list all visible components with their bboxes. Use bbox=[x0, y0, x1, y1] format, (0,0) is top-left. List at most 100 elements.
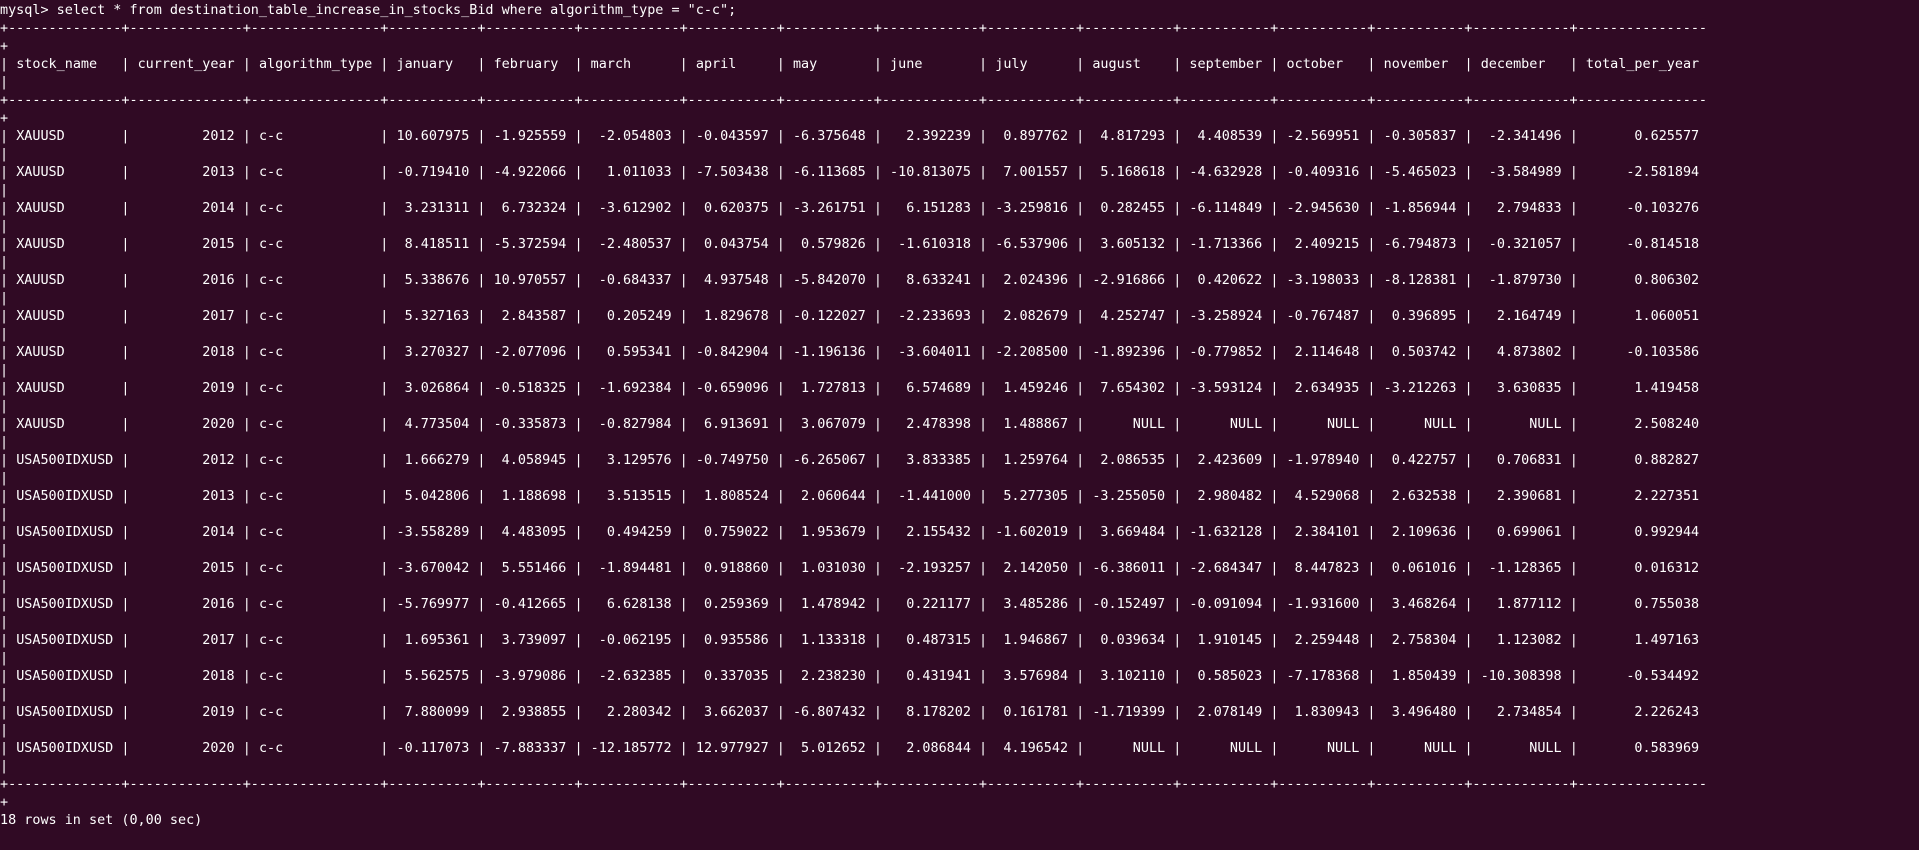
table-cell-september: 2.078149 bbox=[1189, 705, 1263, 720]
table-cell-total-per-year: 2.226243 bbox=[1585, 705, 1700, 720]
table-cell-february: -4.922066 bbox=[493, 165, 567, 180]
table-cell-february: -0.412665 bbox=[493, 597, 567, 612]
table-cell-total-per-year: 1.497163 bbox=[1585, 633, 1700, 648]
table-cell-august: 4.252747 bbox=[1092, 309, 1166, 324]
table-cell-june: 6.151283 bbox=[890, 201, 971, 216]
table-row-wrap: | bbox=[0, 543, 9, 558]
table-row-wrap: | bbox=[0, 651, 9, 666]
table-row-wrap: | bbox=[0, 147, 9, 162]
mysql-prompt: mysql> bbox=[0, 3, 57, 18]
table-row: | USA500IDXUSD | 2014 | c-c | -3.558289 … bbox=[0, 525, 1700, 540]
table-cell-stock-name: USA500IDXUSD bbox=[16, 453, 114, 468]
table-cell-april: 0.259369 bbox=[695, 597, 769, 612]
table-row: | USA500IDXUSD | 2018 | c-c | 5.562575 |… bbox=[0, 669, 1700, 684]
table-cell-november: -3.212263 bbox=[1383, 381, 1457, 396]
table-cell-march: -2.054803 bbox=[590, 129, 672, 144]
table-cell-current-year: 2016 bbox=[137, 597, 235, 612]
table-cell-november: 0.061016 bbox=[1383, 561, 1457, 576]
table-row: | XAUUSD | 2015 | c-c | 8.418511 | -5.37… bbox=[0, 237, 1700, 252]
table-row-wrap: | bbox=[0, 291, 9, 306]
table-cell-december: -1.128365 bbox=[1480, 561, 1562, 576]
table-cell-november: 1.850439 bbox=[1383, 669, 1457, 684]
table-cell-january: 3.026864 bbox=[396, 381, 470, 396]
table-cell-current-year: 2020 bbox=[137, 741, 235, 756]
table-cell-november: -1.856944 bbox=[1383, 201, 1457, 216]
table-cell-december: 2.164749 bbox=[1480, 309, 1562, 324]
table-cell-june: 0.431941 bbox=[890, 669, 971, 684]
table-cell-current-year: 2014 bbox=[137, 525, 235, 540]
table-cell-current-year: 2019 bbox=[137, 705, 235, 720]
table-border: +--------------+--------------+---------… bbox=[0, 21, 1708, 36]
table-cell-october: NULL bbox=[1286, 741, 1360, 756]
table-cell-february: 4.483095 bbox=[493, 525, 567, 540]
table-cell-november: 0.503742 bbox=[1383, 345, 1457, 360]
table-cell-current-year: 2019 bbox=[137, 381, 235, 396]
table-cell-current-year: 2018 bbox=[137, 345, 235, 360]
table-cell-july: -3.259816 bbox=[995, 201, 1069, 216]
table-cell-february: 4.058945 bbox=[493, 453, 567, 468]
table-cell-january: 5.327163 bbox=[396, 309, 470, 324]
table-cell-november: -8.128381 bbox=[1383, 273, 1457, 288]
table-cell-current-year: 2012 bbox=[137, 453, 235, 468]
table-row: | USA500IDXUSD | 2016 | c-c | -5.769977 … bbox=[0, 597, 1700, 612]
command-line: mysql> select * from destination_table_i… bbox=[0, 2, 1919, 20]
table-cell-october: -0.409316 bbox=[1286, 165, 1360, 180]
column-header-current-year: current_year bbox=[137, 57, 235, 72]
table-cell-august: NULL bbox=[1092, 741, 1166, 756]
table-cell-may: 1.953679 bbox=[792, 525, 866, 540]
table-cell-february: 5.551466 bbox=[493, 561, 567, 576]
table-cell-february: 10.970557 bbox=[493, 273, 567, 288]
table-cell-december: 1.123082 bbox=[1480, 633, 1562, 648]
table-cell-august: -1.892396 bbox=[1092, 345, 1166, 360]
table-cell-april: -0.842904 bbox=[695, 345, 769, 360]
table-cell-june: -1.441000 bbox=[890, 489, 971, 504]
table-cell-may: -3.261751 bbox=[792, 201, 866, 216]
table-cell-september: 4.408539 bbox=[1189, 129, 1263, 144]
table-cell-august: 0.282455 bbox=[1092, 201, 1166, 216]
table-cell-september: NULL bbox=[1189, 417, 1263, 432]
table-cell-august: 4.817293 bbox=[1092, 129, 1166, 144]
table-cell-march: -0.062195 bbox=[590, 633, 672, 648]
table-cell-total-per-year: 2.508240 bbox=[1585, 417, 1700, 432]
table-cell-february: -3.979086 bbox=[493, 669, 567, 684]
table-cell-december: 2.794833 bbox=[1480, 201, 1562, 216]
table-cell-current-year: 2020 bbox=[137, 417, 235, 432]
table-cell-may: -6.113685 bbox=[792, 165, 866, 180]
table-cell-july: 7.001557 bbox=[995, 165, 1069, 180]
table-cell-july: -1.602019 bbox=[995, 525, 1069, 540]
table-cell-august: NULL bbox=[1092, 417, 1166, 432]
table-cell-may: -1.196136 bbox=[792, 345, 866, 360]
table-cell-august: 2.086535 bbox=[1092, 453, 1166, 468]
table-cell-stock-name: USA500IDXUSD bbox=[16, 489, 114, 504]
table-cell-june: 6.574689 bbox=[890, 381, 971, 396]
table-cell-september: -0.091094 bbox=[1189, 597, 1263, 612]
table-cell-september: -6.114849 bbox=[1189, 201, 1263, 216]
table-cell-july: 2.082679 bbox=[995, 309, 1069, 324]
table-cell-may: 0.579826 bbox=[792, 237, 866, 252]
table-cell-june: 8.633241 bbox=[890, 273, 971, 288]
table-cell-december: -3.584989 bbox=[1480, 165, 1562, 180]
table-cell-september: -4.632928 bbox=[1189, 165, 1263, 180]
table-cell-february: -0.335873 bbox=[493, 417, 567, 432]
table-cell-algorithm-type: c-c bbox=[258, 561, 373, 576]
table-cell-total-per-year: 1.419458 bbox=[1585, 381, 1700, 396]
table-cell-may: 1.133318 bbox=[792, 633, 866, 648]
table-cell-algorithm-type: c-c bbox=[258, 129, 373, 144]
result-status: 18 rows in set (0,00 sec) bbox=[0, 813, 203, 828]
table-cell-stock-name: XAUUSD bbox=[16, 129, 114, 144]
table-cell-november: 3.468264 bbox=[1383, 597, 1457, 612]
table-row: | USA500IDXUSD | 2015 | c-c | -3.670042 … bbox=[0, 561, 1700, 576]
terminal-window[interactable]: mysql> select * from destination_table_i… bbox=[0, 0, 1919, 850]
table-cell-algorithm-type: c-c bbox=[258, 705, 373, 720]
table-cell-march: -0.827984 bbox=[590, 417, 672, 432]
table-cell-june: 8.178202 bbox=[890, 705, 971, 720]
table-cell-april: 0.918860 bbox=[695, 561, 769, 576]
table-cell-march: 0.595341 bbox=[590, 345, 672, 360]
table-cell-august: -0.152497 bbox=[1092, 597, 1166, 612]
table-cell-algorithm-type: c-c bbox=[258, 489, 373, 504]
table-cell-march: -1.894481 bbox=[590, 561, 672, 576]
table-cell-total-per-year: 0.992944 bbox=[1585, 525, 1700, 540]
table-cell-may: 1.727813 bbox=[792, 381, 866, 396]
table-cell-stock-name: XAUUSD bbox=[16, 165, 114, 180]
table-cell-may: -6.265067 bbox=[792, 453, 866, 468]
